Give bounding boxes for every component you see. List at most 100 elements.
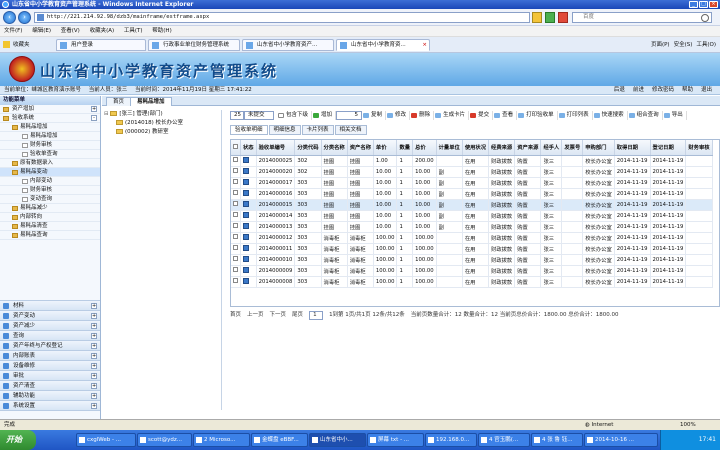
taskbar-item[interactable]: 金蝶盘 eBBF... <box>251 433 308 447</box>
column-header[interactable]: 申购部门 <box>582 140 615 156</box>
row-select-cell[interactable] <box>231 221 241 233</box>
taskbar-item[interactable]: 4 张 鲁 钰... <box>531 433 583 447</box>
forward-icon[interactable]: › <box>18 11 31 24</box>
sidebar-group-approval[interactable]: 审批 + <box>0 371 100 381</box>
collapse-icon[interactable]: - <box>91 115 97 121</box>
table-row[interactable]: 2014000015 303 挂图 挂图 10.00 1 10.00 副在用 财政拨款 购置 张三校… <box>231 199 713 211</box>
sidebar-group-materials[interactable]: 材料 + <box>0 301 100 311</box>
expand-icon[interactable]: + <box>91 393 97 399</box>
org-tree-root[interactable]: ⊟ [张三] 管理(部门) <box>104 110 221 119</box>
tab-receipt-detail[interactable]: 验收单明细 <box>230 125 268 135</box>
row-status-cell[interactable] <box>240 276 257 288</box>
link-forward[interactable]: 前进 <box>633 86 644 95</box>
pager-next[interactable]: 下一页 <box>270 311 287 320</box>
pager-last[interactable]: 尾页 <box>292 311 303 320</box>
table-row[interactable]: 2014000010 303 消毒柜 消毒柜 100.00 1 100.00 在用 财政拨款 购置… <box>231 254 713 266</box>
refresh-icon[interactable] <box>545 12 555 23</box>
table-row[interactable]: 2014000016 303 挂图 挂图 10.00 1 10.00 副在用 财政拨款 购置 张三校… <box>231 188 713 200</box>
tab-home[interactable]: 首页 <box>106 97 132 106</box>
edit-record-icon[interactable] <box>243 178 249 185</box>
sidebar-group-asset-change[interactable]: 资产变动 + <box>0 311 100 321</box>
edit-record-icon[interactable] <box>243 189 249 196</box>
table-row[interactable]: 2014000012 303 消毒柜 消毒柜 100.00 1 100.00 在用 财政拨款 购置… <box>231 232 713 244</box>
sidebar-group-auxiliary[interactable]: 辅助功能 + <box>0 391 100 401</box>
expand-icon[interactable]: + <box>91 323 97 329</box>
tree-item[interactable]: 内部变动 <box>0 177 100 186</box>
copy-button[interactable]: 复制 <box>362 110 387 120</box>
menu-file[interactable]: 文件(F) <box>4 28 22 34</box>
edit-record-icon[interactable] <box>243 156 249 163</box>
minimize-button[interactable]: _ <box>689 1 698 8</box>
page-menu[interactable]: 页面(P) <box>651 40 670 48</box>
taskbar-item[interactable]: 2014-10-16 ... <box>584 433 658 447</box>
column-header[interactable]: 发票号 <box>561 140 584 156</box>
taskbar-item[interactable]: 4 官玉鹏(... <box>478 433 530 447</box>
checkbox-icon[interactable] <box>233 157 238 162</box>
checkbox-icon[interactable] <box>233 168 238 173</box>
taskbar-item[interactable]: scott@ydz... <box>137 433 192 447</box>
row-select-cell[interactable] <box>231 166 241 178</box>
expand-icon[interactable]: + <box>91 403 97 409</box>
include-sub-checkbox[interactable]: 包含下级 <box>277 110 313 120</box>
column-header[interactable]: 使用状况 <box>462 140 490 156</box>
row-select-cell[interactable] <box>231 199 241 211</box>
column-header[interactable]: 状态 <box>240 140 257 156</box>
maximize-button[interactable]: □ <box>699 1 708 8</box>
checkbox-icon[interactable] <box>233 143 238 149</box>
table-row[interactable]: 2014000011 303 消毒柜 消毒柜 100.00 1 100.00 在用 财政拨款 购置… <box>231 243 713 255</box>
table-row[interactable]: 2014000009 303 消毒柜 消毒柜 100.00 1 100.00 在用 财政拨款 购置… <box>231 265 713 277</box>
tab-card-list[interactable]: 卡片列表 <box>301 125 334 135</box>
copy-count-input[interactable]: 5 <box>336 110 363 120</box>
compat-icon[interactable] <box>532 12 542 23</box>
taskbar-item[interactable]: 2 Microso... <box>193 433 250 447</box>
tree-item[interactable]: 财务审核 <box>0 186 100 195</box>
edit-record-icon[interactable] <box>243 255 249 262</box>
pager-goto-input[interactable]: 1 <box>309 311 324 320</box>
row-select-cell[interactable] <box>231 243 241 255</box>
select-all-header[interactable] <box>231 140 241 156</box>
menu-view[interactable]: 查看(V) <box>61 28 80 34</box>
tab-detail-info[interactable]: 明细信息 <box>268 125 301 135</box>
expand-icon[interactable]: + <box>91 383 97 389</box>
menu-help[interactable]: 帮助(H) <box>152 28 171 34</box>
checkbox-icon[interactable] <box>233 267 238 272</box>
tree-item[interactable]: 原有数据录入 <box>0 159 100 168</box>
column-header[interactable]: 经手人 <box>540 140 563 156</box>
tree-item[interactable]: 易耗品清查 <box>0 222 100 231</box>
export-button[interactable]: 导出 <box>663 110 687 120</box>
expand-icon[interactable]: + <box>91 106 97 112</box>
table-row[interactable]: 2014000025 302 挂图 挂图 1.00 1 200.00 在用 财政拨款 购置 张三 校长… <box>231 155 713 167</box>
edit-record-icon[interactable] <box>243 167 249 174</box>
row-status-cell[interactable] <box>240 232 257 244</box>
sidebar-group-asset-reduce[interactable]: 资产减少 + <box>0 321 100 331</box>
edit-record-icon[interactable] <box>243 222 249 229</box>
row-select-cell[interactable] <box>231 276 241 288</box>
search-input[interactable]: 百度 <box>572 12 712 23</box>
print-list-button[interactable]: 打印列表 <box>558 110 593 120</box>
row-status-cell[interactable] <box>240 265 257 277</box>
edit-record-icon[interactable] <box>243 200 249 207</box>
stop-icon[interactable] <box>558 12 568 23</box>
sidebar-group-year-end[interactable]: 资产年终与产权登记 + <box>0 341 100 351</box>
column-header[interactable]: 单价 <box>373 140 398 156</box>
row-select-cell[interactable] <box>231 155 241 167</box>
taskbar-item[interactable]: 屏幕 txt - ... <box>367 433 424 447</box>
browser-tab-3[interactable]: 山东省中小学教育资产... <box>242 39 334 51</box>
column-header[interactable]: 总价 <box>412 140 437 156</box>
tree-item[interactable]: 变动查询 <box>0 195 100 204</box>
menu-edit[interactable]: 编辑(E) <box>32 28 51 34</box>
link-help[interactable]: 帮助 <box>682 86 693 95</box>
checkbox-icon[interactable] <box>233 212 238 217</box>
tools-menu[interactable]: 工具(O) <box>696 40 716 48</box>
back-icon[interactable]: ‹ <box>3 11 16 24</box>
row-status-cell[interactable] <box>240 199 257 211</box>
checkbox-icon[interactable] <box>233 278 238 283</box>
tree-item[interactable]: 易耗品增加 <box>0 132 100 141</box>
expand-icon[interactable]: + <box>91 363 97 369</box>
start-button[interactable]: 开始 <box>0 430 36 450</box>
column-header[interactable]: 数量 <box>396 140 414 156</box>
page-size-select[interactable]: 25 <box>230 110 244 120</box>
taskbar-item[interactable]: 192.168.0... <box>425 433 477 447</box>
checkbox-icon[interactable] <box>233 234 238 239</box>
checkbox-icon[interactable] <box>233 201 238 206</box>
